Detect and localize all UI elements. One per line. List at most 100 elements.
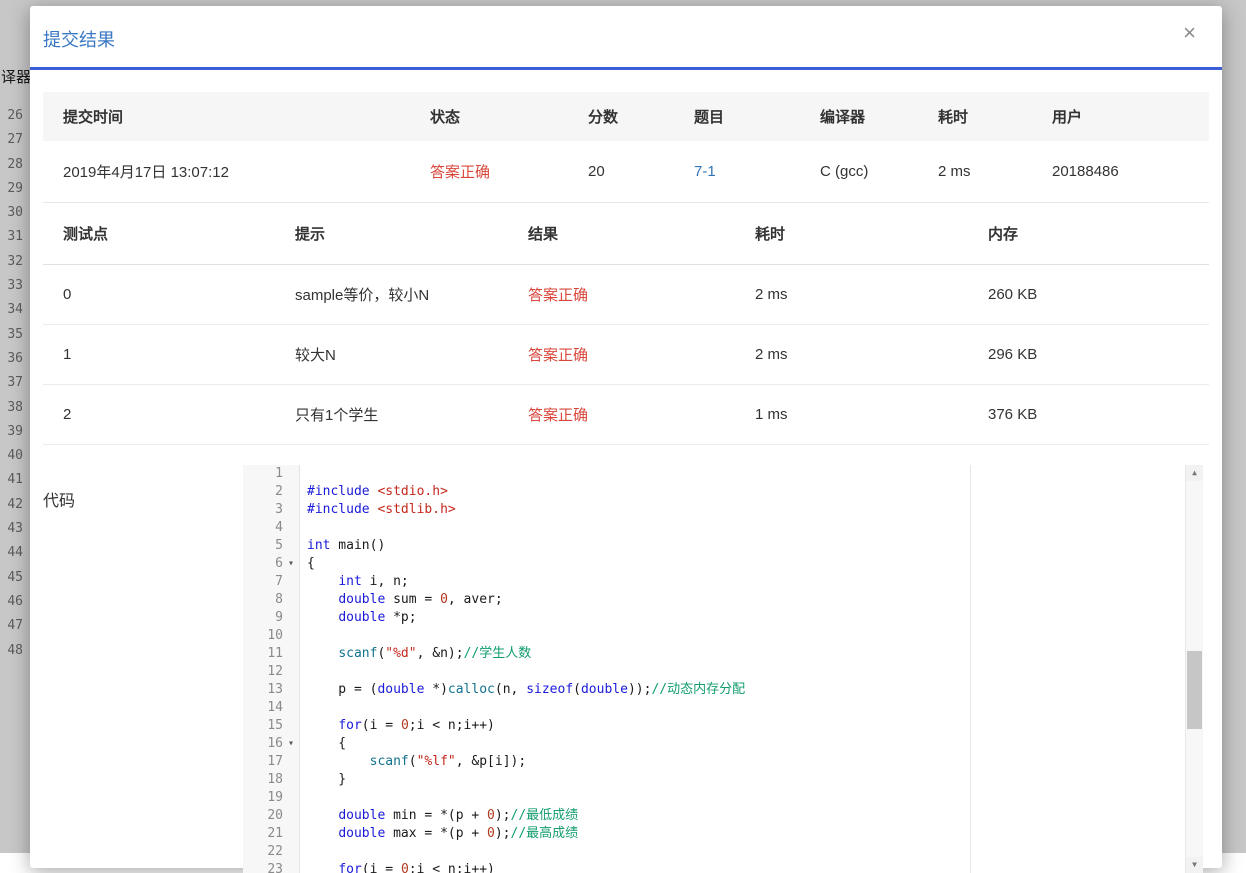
code-line: #include <stdlib.h> bbox=[307, 502, 456, 517]
user-cell: 20188486 bbox=[1032, 141, 1209, 203]
fold-marker-icon[interactable] bbox=[283, 537, 299, 555]
code-line: #include <stdio.h> bbox=[307, 484, 448, 499]
test-time-cell: 1 ms bbox=[735, 384, 968, 445]
code-line: scanf("%lf", &p[i]); bbox=[369, 754, 527, 769]
close-icon[interactable]: × bbox=[1183, 22, 1196, 44]
fold-marker-icon[interactable] bbox=[283, 663, 299, 681]
gutter-line: 18 bbox=[243, 771, 299, 789]
code-line: for(i = 0;i < n;i++) bbox=[338, 718, 495, 733]
code-line: double min = *(p + 0);//最低成绩 bbox=[338, 808, 579, 823]
fold-marker-icon[interactable] bbox=[283, 753, 299, 771]
gutter-line: 17 bbox=[243, 753, 299, 771]
fold-marker-icon[interactable] bbox=[283, 645, 299, 663]
code-line: { bbox=[307, 556, 315, 571]
test-hint-cell: 较大N bbox=[275, 324, 508, 385]
code-line: double sum = 0, aver; bbox=[338, 592, 503, 607]
col-header-problem: 题目 bbox=[674, 92, 800, 141]
code-scrollbar[interactable]: ▲ ▼ bbox=[1185, 465, 1203, 873]
fold-marker-icon[interactable] bbox=[283, 807, 299, 825]
modal-title: 提交结果 bbox=[43, 30, 115, 50]
fold-marker-icon[interactable]: ▾ bbox=[283, 735, 299, 753]
test-result-cell: 答案正确 bbox=[508, 324, 735, 385]
gutter-line: 1 bbox=[243, 465, 299, 483]
fold-marker-icon[interactable] bbox=[283, 771, 299, 789]
fold-marker-icon[interactable] bbox=[283, 465, 299, 483]
gutter-line: 13 bbox=[243, 681, 299, 699]
fold-marker-icon[interactable] bbox=[283, 591, 299, 609]
gutter-line: 22 bbox=[243, 843, 299, 861]
gutter-line: 12 bbox=[243, 663, 299, 681]
code-line: double max = *(p + 0);//最高成绩 bbox=[338, 826, 579, 841]
col-header-status: 状态 bbox=[410, 92, 568, 141]
fold-marker-icon[interactable] bbox=[283, 627, 299, 645]
test-memory-cell: 296 KB bbox=[968, 324, 1209, 385]
test-id-cell: 2 bbox=[43, 384, 275, 445]
fold-marker-icon[interactable] bbox=[283, 681, 299, 699]
gutter-line: 7 bbox=[243, 573, 299, 591]
col-header-duration: 耗时 bbox=[918, 92, 1032, 141]
code-line: { bbox=[307, 736, 347, 751]
gutter-line: 15 bbox=[243, 717, 299, 735]
gutter-line: 11 bbox=[243, 645, 299, 663]
gutter-line: 4 bbox=[243, 519, 299, 537]
code-section: 代码 1 2 3 4 5 6 ▾ 7 8 9 10 11 12 13 14 15 16 ▾ 17 18 19 20 21 22… bbox=[43, 465, 1209, 873]
fold-marker-icon[interactable] bbox=[283, 501, 299, 519]
fold-marker-icon[interactable] bbox=[283, 699, 299, 717]
gutter-line: 8 bbox=[243, 591, 299, 609]
scrollbar-up-icon[interactable]: ▲ bbox=[1186, 465, 1203, 481]
fold-marker-icon[interactable] bbox=[283, 825, 299, 843]
test-row: 2 只有1个学生 答案正确 1 ms 376 KB bbox=[43, 384, 1209, 445]
scrollbar-thumb[interactable] bbox=[1187, 651, 1202, 729]
gutter-line: 14 bbox=[243, 699, 299, 717]
col-header-test-point: 测试点 bbox=[43, 203, 275, 265]
col-header-test-duration: 耗时 bbox=[735, 203, 968, 265]
col-header-compiler: 编译器 bbox=[800, 92, 918, 141]
gutter-line: 20 bbox=[243, 807, 299, 825]
problem-cell: 7-1 bbox=[674, 141, 800, 203]
code-editor[interactable]: 1 2 3 4 5 6 ▾ 7 8 9 10 11 12 13 14 15 16 ▾ 17 18 19 20 21 22 23 … bbox=[243, 465, 1203, 873]
fold-marker-icon[interactable] bbox=[283, 789, 299, 807]
col-header-submit-time: 提交时间 bbox=[43, 92, 410, 141]
gutter-line: 5 bbox=[243, 537, 299, 555]
submission-summary-table: 提交时间 状态 分数 题目 编译器 耗时 用户 2019年4月17日 13:07… bbox=[43, 92, 1209, 203]
scrollbar-down-icon[interactable]: ▼ bbox=[1186, 857, 1203, 873]
test-id-cell: 1 bbox=[43, 324, 275, 385]
gutter-line: 3 bbox=[243, 501, 299, 519]
modal-body: 提交时间 状态 分数 题目 编译器 耗时 用户 2019年4月17日 13:07… bbox=[30, 70, 1222, 873]
test-result-cell: 答案正确 bbox=[508, 264, 735, 325]
problem-link[interactable]: 7-1 bbox=[694, 163, 716, 180]
fold-marker-icon[interactable] bbox=[283, 717, 299, 735]
code-area-divider bbox=[970, 465, 971, 873]
fold-marker-icon[interactable] bbox=[283, 609, 299, 627]
code-line: for(i = 0;i < n;i++) bbox=[338, 862, 495, 873]
col-header-result: 结果 bbox=[508, 203, 735, 265]
col-header-hint: 提示 bbox=[275, 203, 508, 265]
gutter-line: 19 bbox=[243, 789, 299, 807]
gutter-line: 23 bbox=[243, 861, 299, 873]
fold-marker-icon[interactable] bbox=[283, 573, 299, 591]
code-line: p = (double *)calloc(n, sizeof(double));… bbox=[307, 682, 746, 697]
fold-marker-icon[interactable] bbox=[283, 843, 299, 861]
code-line: int main() bbox=[307, 538, 386, 553]
test-result-cell: 答案正确 bbox=[508, 384, 735, 445]
summary-header-row: 提交时间 状态 分数 题目 编译器 耗时 用户 bbox=[43, 92, 1209, 141]
test-hint-cell: 只有1个学生 bbox=[275, 384, 508, 445]
code-line: int i, n; bbox=[338, 574, 409, 589]
gutter-line: 2 bbox=[243, 483, 299, 501]
code-line: } bbox=[307, 772, 347, 787]
fold-marker-icon[interactable] bbox=[283, 483, 299, 501]
tests-header-row: 测试点 提示 结果 耗时 内存 bbox=[43, 203, 1209, 265]
duration-cell: 2 ms bbox=[918, 141, 1032, 203]
fold-marker-icon[interactable] bbox=[283, 861, 299, 873]
fold-marker-icon[interactable] bbox=[283, 519, 299, 537]
test-points-table: 测试点 提示 结果 耗时 内存 0 sample等价，较小N 答案正确 2 ms… bbox=[43, 203, 1209, 445]
score-cell: 20 bbox=[568, 141, 674, 203]
test-time-cell: 2 ms bbox=[735, 324, 968, 385]
fold-marker-icon[interactable]: ▾ bbox=[283, 555, 299, 573]
test-hint-cell: sample等价，较小N bbox=[275, 264, 508, 325]
